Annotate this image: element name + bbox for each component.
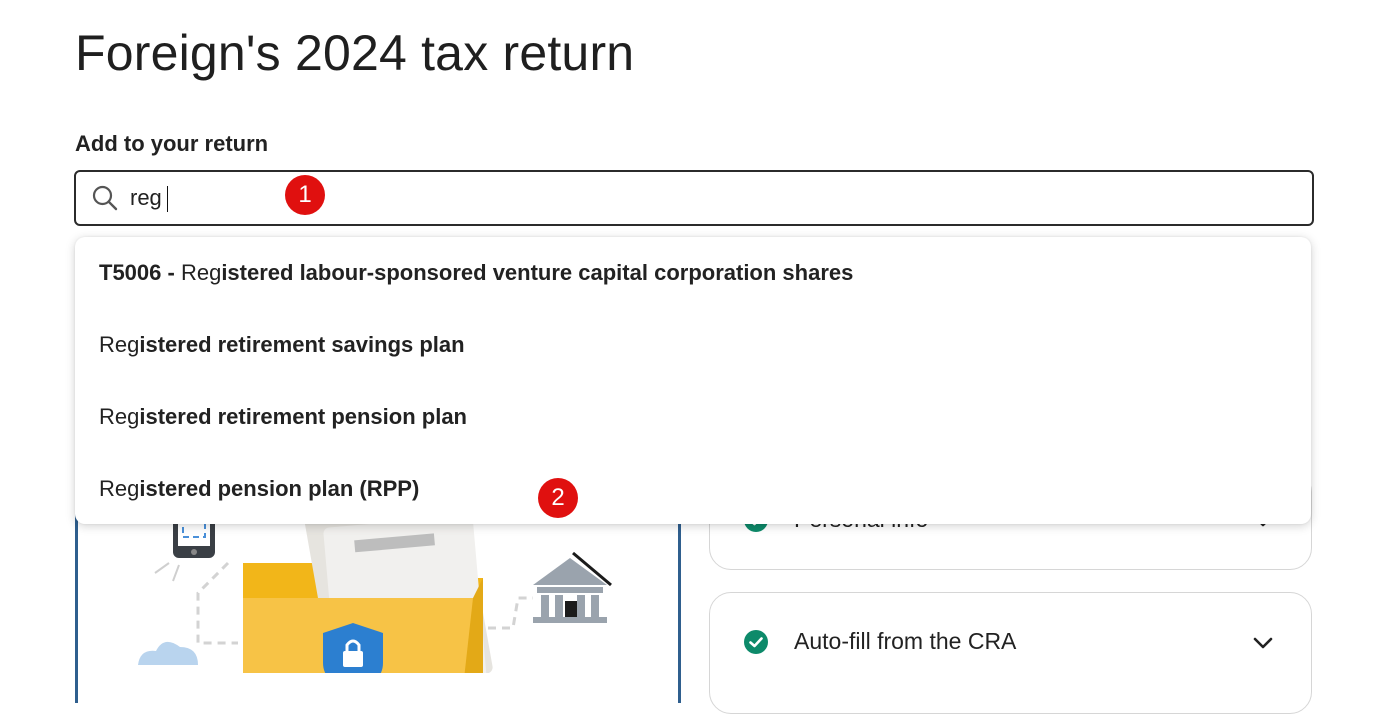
text-caret [167,186,168,212]
rest-text: istered pension plan (RPP) [139,476,420,501]
suggestion-text: T5006 - Registered labour-sponsored vent… [99,260,853,286]
search-icon [92,185,118,211]
match-text: Reg [99,404,140,429]
suggestion-item-retirement-pension[interactable]: Registered retirement pension plan [75,381,1311,453]
match-text: Reg [99,332,140,357]
suggestion-item-rrsp[interactable]: Registered retirement savings plan [75,309,1311,381]
search-field[interactable] [74,170,1314,226]
match-text: Reg [99,476,140,501]
search-suggestions-dropdown: T5006 - Registered labour-sponsored vent… [75,237,1311,524]
check-circle-icon [744,630,768,654]
accordion-label: Auto-fill from the CRA [794,628,1017,654]
step-marker-1: 1 [285,175,325,215]
rest-text: istered retirement savings plan [139,332,465,357]
suggestion-text: Registered retirement pension plan [99,404,467,430]
rest-text: istered retirement pension plan [139,404,467,429]
suggestion-item-t5006[interactable]: T5006 - Registered labour-sponsored vent… [75,237,1311,309]
chevron-down-icon [1253,637,1273,649]
add-to-return-label: Add to your return [75,131,269,156]
suggestion-text: Registered retirement savings plan [99,332,465,358]
suggestion-item-rpp[interactable]: Registered pension plan (RPP) [75,453,1311,525]
accordion-auto-fill-cra[interactable]: Auto-fill from the CRA [709,592,1312,714]
rest-text: istered labour-sponsored venture capital… [221,260,854,285]
step-marker-2: 2 [538,478,578,518]
search-input[interactable] [130,182,730,214]
suggestion-text: Registered pension plan (RPP) [99,476,419,502]
form-code: T5006 [99,260,162,285]
match-text: Reg [180,260,222,285]
code-separator: - [161,260,181,285]
page-title: Foreign's 2024 tax return [75,25,635,81]
